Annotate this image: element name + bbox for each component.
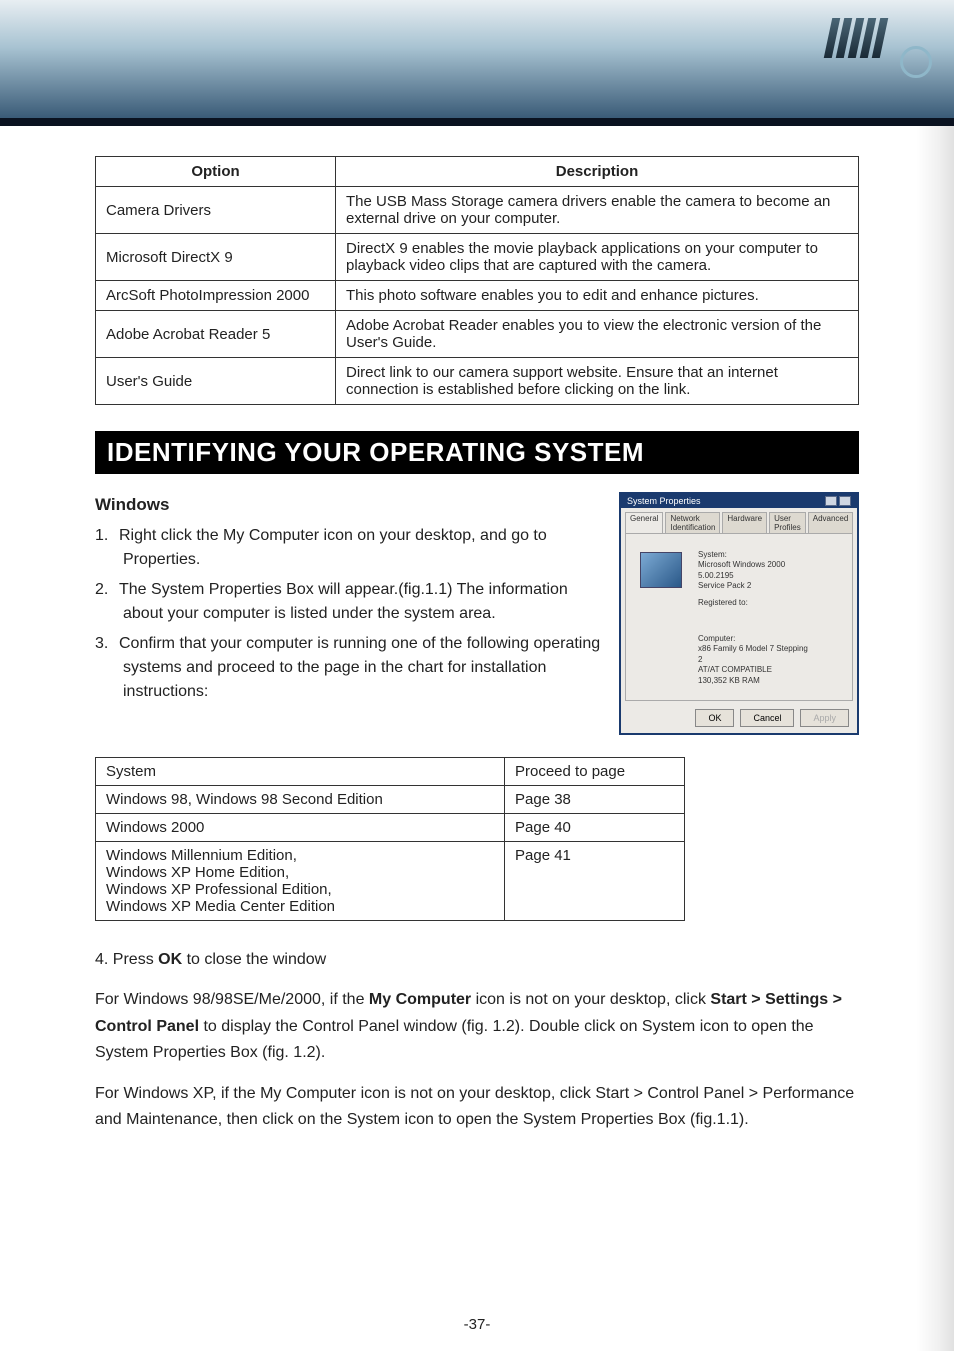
- para1-c: icon is not on your desktop, click: [471, 991, 710, 1008]
- system-label: System:: [698, 550, 844, 560]
- tab-advanced[interactable]: Advanced: [808, 512, 854, 533]
- option-cell: User's Guide: [96, 358, 336, 405]
- page-content: Option Description Camera Drivers The US…: [0, 126, 954, 1167]
- description-cell: This photo software enables you to edit …: [336, 281, 859, 311]
- cancel-button[interactable]: Cancel: [740, 709, 794, 727]
- ok-button[interactable]: OK: [695, 709, 734, 727]
- step4-suffix: to close the window: [182, 951, 326, 968]
- dialog-titlebar: System Properties: [621, 494, 857, 508]
- system-line: Service Pack 2: [698, 581, 844, 591]
- after-text: 4. Press OK to close the window For Wind…: [95, 947, 859, 1133]
- page-banner: [0, 0, 954, 118]
- description-cell: Adobe Acrobat Reader enables you to view…: [336, 311, 859, 358]
- list-item: 1.Right click the My Computer icon on yo…: [95, 524, 601, 572]
- computer-label: Computer:: [698, 634, 844, 644]
- table-row: User's Guide Direct link to our camera s…: [96, 358, 859, 405]
- step4-prefix: 4. Press: [95, 951, 158, 968]
- table-row: Camera Drivers The USB Mass Storage came…: [96, 187, 859, 234]
- step-text: Confirm that your computer is running on…: [119, 635, 600, 700]
- computer-icon: [640, 552, 682, 588]
- table-row: Windows 2000 Page 40: [96, 814, 685, 842]
- windows-subheading: Windows: [95, 492, 601, 518]
- step-number: 3.: [95, 632, 119, 656]
- options-table: Option Description Camera Drivers The US…: [95, 156, 859, 405]
- option-cell: Adobe Acrobat Reader 5: [96, 311, 336, 358]
- tab-user-profiles[interactable]: User Profiles: [769, 512, 806, 533]
- close-icon[interactable]: [839, 496, 851, 506]
- option-cell: Camera Drivers: [96, 187, 336, 234]
- tab-network[interactable]: Network Identification: [665, 512, 720, 533]
- body-text: Windows 1.Right click the My Computer ic…: [95, 492, 601, 710]
- page-cell: Page 41: [505, 842, 685, 921]
- apply-button[interactable]: Apply: [800, 709, 849, 727]
- page-number: -37-: [0, 1316, 954, 1333]
- tab-general[interactable]: General: [625, 512, 663, 533]
- table-row: Windows 98, Windows 98 Second Edition Pa…: [96, 786, 685, 814]
- system-header-page: Proceed to page: [505, 758, 685, 786]
- dialog-tabs: General Network Identification Hardware …: [621, 508, 857, 533]
- dialog-title: System Properties: [627, 496, 701, 506]
- para1-e: to display the Control Panel window (fig…: [95, 1018, 814, 1061]
- tab-hardware[interactable]: Hardware: [722, 512, 767, 533]
- computer-line: AT/AT COMPATIBLE: [698, 665, 844, 675]
- help-icon[interactable]: [825, 496, 837, 506]
- computer-line: 130,352 KB RAM: [698, 676, 844, 686]
- banner-stripe: [0, 118, 954, 126]
- page-cell: Page 38: [505, 786, 685, 814]
- table-row: Adobe Acrobat Reader 5 Adobe Acrobat Rea…: [96, 311, 859, 358]
- option-cell: Microsoft DirectX 9: [96, 234, 336, 281]
- system-header-system: System: [96, 758, 505, 786]
- step-text: Right click the My Computer icon on your…: [119, 527, 547, 568]
- paragraph-winxp: For Windows XP, if the My Computer icon …: [95, 1081, 859, 1134]
- dialog-button-row: OK Cancel Apply: [621, 705, 857, 733]
- system-cell: Windows 98, Windows 98 Second Edition: [96, 786, 505, 814]
- step-4: 4. Press OK to close the window: [95, 947, 859, 973]
- body-row: Windows 1.Right click the My Computer ic…: [95, 492, 859, 735]
- system-properties-dialog: System Properties General Network Identi…: [619, 492, 859, 735]
- step-text: The System Properties Box will appear.(f…: [119, 581, 568, 622]
- dialog-pane: System: Microsoft Windows 2000 5.00.2195…: [625, 533, 853, 701]
- system-cell: Windows Millennium Edition, Windows XP H…: [96, 842, 505, 921]
- system-info: System: Microsoft Windows 2000 5.00.2195…: [698, 550, 844, 608]
- computer-line: 2: [698, 655, 844, 665]
- step4-bold: OK: [158, 951, 182, 968]
- document-page: Option Description Camera Drivers The US…: [0, 0, 954, 1351]
- para1-a: For Windows 98/98SE/Me/2000, if the: [95, 991, 369, 1008]
- page-edge-shadow: [916, 126, 954, 1351]
- list-item: 2.The System Properties Box will appear.…: [95, 578, 601, 626]
- description-cell: DirectX 9 enables the movie playback app…: [336, 234, 859, 281]
- step-number: 1.: [95, 524, 119, 548]
- system-line: 5.00.2195: [698, 571, 844, 581]
- computer-info: Computer: x86 Family 6 Model 7 Stepping …: [698, 634, 844, 686]
- table-row: ArcSoft PhotoImpression 2000 This photo …: [96, 281, 859, 311]
- options-header-option: Option: [96, 157, 336, 187]
- system-table: System Proceed to page Windows 98, Windo…: [95, 757, 685, 921]
- system-cell: Windows 2000: [96, 814, 505, 842]
- option-cell: ArcSoft PhotoImpression 2000: [96, 281, 336, 311]
- step-number: 2.: [95, 578, 119, 602]
- window-buttons: [825, 496, 851, 506]
- table-row: Windows Millennium Edition, Windows XP H…: [96, 842, 685, 921]
- list-item: 3.Confirm that your computer is running …: [95, 632, 601, 704]
- registered-label: Registered to:: [698, 598, 844, 608]
- banner-decor-ticks: [828, 18, 884, 58]
- description-cell: The USB Mass Storage camera drivers enab…: [336, 187, 859, 234]
- step-list: 1.Right click the My Computer icon on yo…: [95, 524, 601, 704]
- para1-b: My Computer: [369, 991, 471, 1008]
- table-row: Microsoft DirectX 9 DirectX 9 enables th…: [96, 234, 859, 281]
- description-cell: Direct link to our camera support websit…: [336, 358, 859, 405]
- options-header-description: Description: [336, 157, 859, 187]
- page-cell: Page 40: [505, 814, 685, 842]
- section-heading: IDENTIFYING YOUR OPERATING SYSTEM: [95, 431, 859, 474]
- system-line: Microsoft Windows 2000: [698, 560, 844, 570]
- paragraph-win9x: For Windows 98/98SE/Me/2000, if the My C…: [95, 987, 859, 1066]
- computer-line: x86 Family 6 Model 7 Stepping: [698, 644, 844, 654]
